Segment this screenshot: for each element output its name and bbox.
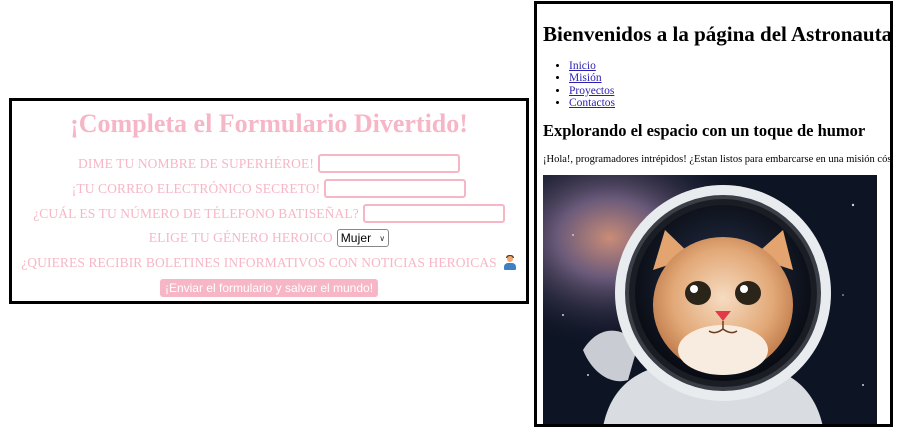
nav-menu: Inicio Misión Proyectos Contactos — [543, 60, 615, 109]
astronaut-cat-image — [543, 175, 877, 424]
secret-email-label: ¡TU CORREO ELECTRÓNICO SECRETO! — [71, 180, 321, 196]
nav-item-proyectos: Proyectos — [569, 85, 615, 97]
chevron-down-icon: ∨ — [379, 233, 386, 243]
superhero-form: ¡Completa el Formulario Divertido! DIME … — [9, 98, 529, 304]
superhero-name-row: DIME TU NOMBRE DE SUPERHÉROE! — [12, 154, 526, 173]
nav-item-mision: Misión — [569, 72, 615, 84]
gender-label: ELIGE TU GÉNERO HEROICO — [148, 230, 333, 245]
nav-link-contactos[interactable]: Contactos — [569, 97, 615, 109]
batsignal-phone-input[interactable] — [362, 204, 505, 223]
secret-email-input[interactable] — [324, 179, 467, 198]
superhero-name-input[interactable] — [317, 154, 460, 173]
nav-link-inicio[interactable]: Inicio — [569, 60, 596, 72]
intro-text: ¡Hola!, programadores intrépidos! ¿Estan… — [543, 154, 893, 165]
section-title: Explorando el espacio con un toque de hu… — [543, 121, 866, 140]
superhero-name-label: DIME TU NOMBRE DE SUPERHÉROE! — [78, 155, 314, 171]
gender-row: ELIGE TU GÉNERO HEROICO Mujer ∨ — [12, 229, 526, 247]
submit-button[interactable]: ¡Enviar el formulario y salvar el mundo! — [159, 279, 379, 297]
batsignal-phone-label: ¿CUÁL ES TU NÚMERO DE TÉLEFONO BATISEÑAL… — [33, 205, 359, 221]
page-title: Bienvenidos a la página del Astronauta — [543, 22, 893, 46]
form-title: ¡Completa el Formulario Divertido! — [70, 109, 468, 138]
person-icon — [503, 255, 517, 270]
newsletter-row: ¿QUIERES RECIBIR BOLETINES INFORMATIVOS … — [12, 255, 526, 271]
newsletter-label: ¿QUIERES RECIBIR BOLETINES INFORMATIVOS … — [21, 255, 497, 270]
nav-item-inicio: Inicio — [569, 60, 615, 72]
nav-item-contactos: Contactos — [569, 97, 615, 109]
nav-link-proyectos[interactable]: Proyectos — [569, 85, 614, 97]
astronaut-page: Bienvenidos a la página del Astronauta I… — [534, 1, 893, 427]
nav-link-mision[interactable]: Misión — [569, 72, 602, 84]
batsignal-phone-row: ¿CUÁL ES TU NÚMERO DE TÉLEFONO BATISEÑAL… — [12, 204, 526, 223]
gender-select[interactable]: Mujer ∨ — [336, 229, 390, 247]
secret-email-row: ¡TU CORREO ELECTRÓNICO SECRETO! — [12, 179, 526, 198]
gender-select-value: Mujer — [340, 231, 372, 245]
